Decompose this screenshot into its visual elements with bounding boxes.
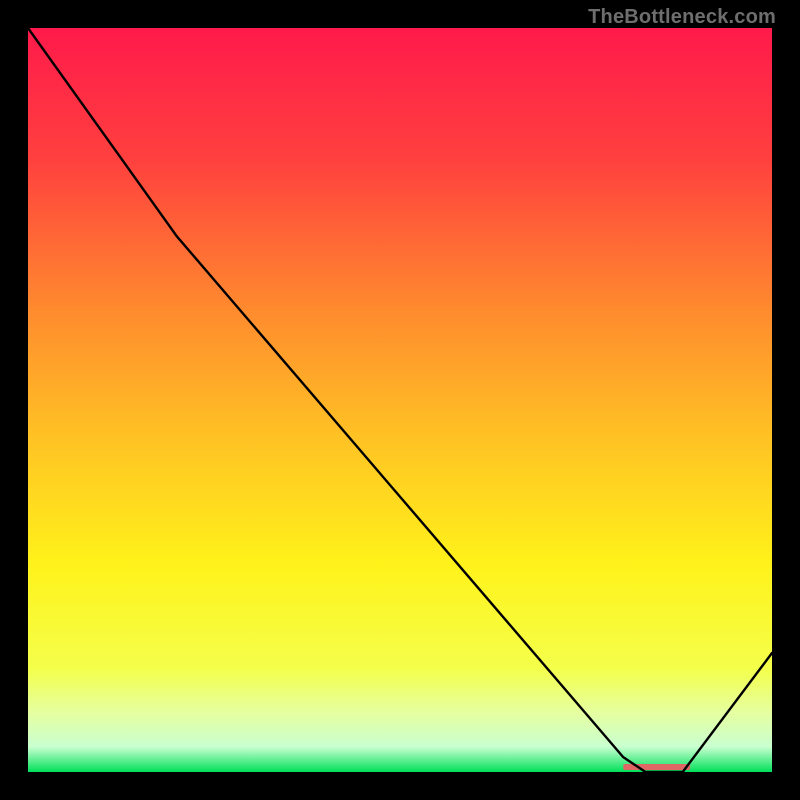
chart-svg: [28, 28, 772, 772]
plot-area: [28, 28, 772, 772]
watermark-text: TheBottleneck.com: [588, 6, 776, 29]
heatmap-background: [28, 28, 772, 772]
chart-frame: TheBottleneck.com: [0, 0, 800, 800]
